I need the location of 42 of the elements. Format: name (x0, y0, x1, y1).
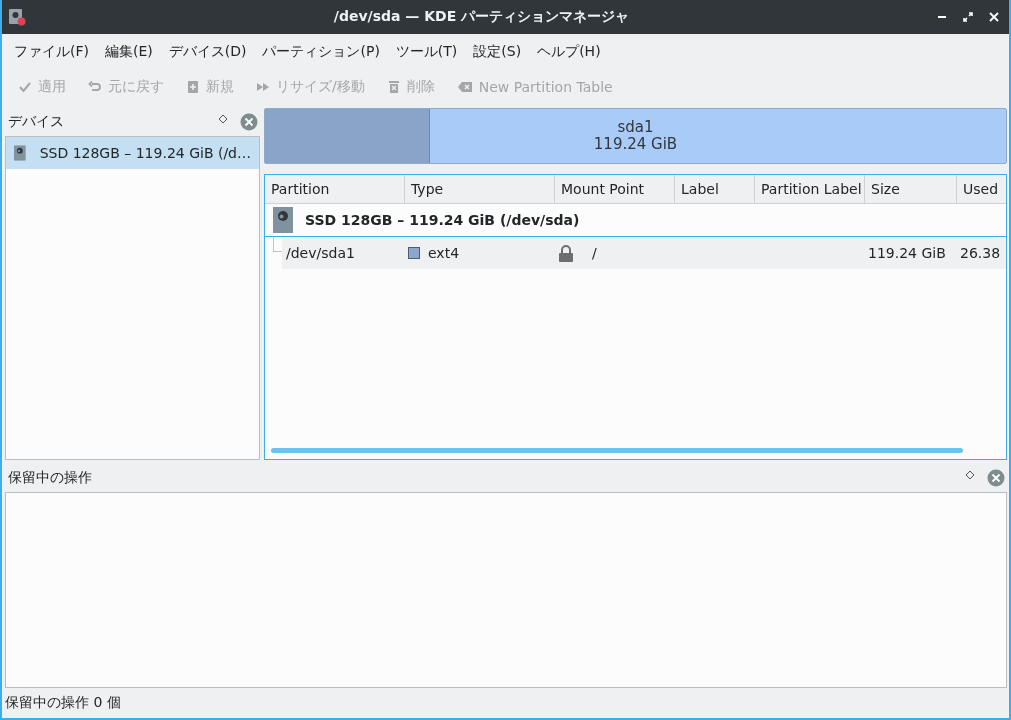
panel-title: 保留中の操作 (8, 469, 93, 487)
menu-item[interactable]: 設定(S) (465, 43, 530, 61)
device-name: SSD 128GB – 119.24 GiB (/dev/sda) (305, 212, 580, 228)
table-cell-text: 119.24 GiB (867, 245, 947, 261)
table-cell: ext4 (428, 245, 460, 261)
fast-forward-icon (256, 80, 270, 94)
column-header[interactable]: Mount Point (555, 175, 675, 203)
table-cell-text: /dev/sda1 (285, 245, 356, 261)
close-icon[interactable] (989, 12, 999, 22)
menu-item[interactable]: デバイス(D) (160, 43, 255, 61)
menu-item[interactable]: ツール(T) (387, 43, 466, 61)
window-title: /dev/sda — KDE パーティションマネージャ (332, 8, 631, 26)
scrollbar-thumb[interactable] (271, 447, 963, 453)
menu-item[interactable]: ファイル(F) (6, 43, 97, 61)
hard-drive-icon (273, 207, 293, 233)
column-header[interactable]: Used (957, 175, 1006, 203)
new-document-icon (186, 80, 200, 94)
panel-title: デバイス (8, 113, 65, 131)
column-header[interactable]: Size (865, 175, 957, 203)
status-text: 保留中の操作 0 個 (5, 694, 121, 712)
partition-name: sda1 (617, 119, 654, 136)
trash-icon (386, 80, 401, 94)
column-header[interactable]: Partition Label (755, 175, 865, 203)
menu-item[interactable]: ヘルプ(H) (529, 43, 609, 61)
table-cell-text: 26.38 (959, 245, 1002, 261)
check-icon (18, 80, 32, 94)
device-item[interactable]: SSD 128GB – 119.24 GiB (/d… (6, 137, 259, 169)
menu-item[interactable]: 編集(E) (97, 43, 161, 61)
column-header[interactable]: Partition (265, 175, 405, 203)
undo-icon (88, 80, 102, 94)
restore-icon[interactable] (963, 12, 973, 22)
column-header[interactable]: Type (405, 175, 555, 203)
partition-size: 119.24 GiB (593, 136, 678, 153)
partition-row[interactable]: /dev/sda1 ext4 / 119.24 GiB 26.38 (282, 237, 1006, 269)
partition-block[interactable]: sda1 119.24 GiB (264, 108, 1007, 164)
app-icon (8, 8, 26, 26)
float-icon[interactable] (218, 114, 228, 124)
column-header[interactable]: Label (675, 175, 755, 203)
clear-icon (456, 80, 473, 94)
float-icon[interactable] (965, 470, 975, 480)
table-cell: / (592, 245, 597, 261)
menu-item[interactable]: パーティション(P) (254, 43, 388, 61)
